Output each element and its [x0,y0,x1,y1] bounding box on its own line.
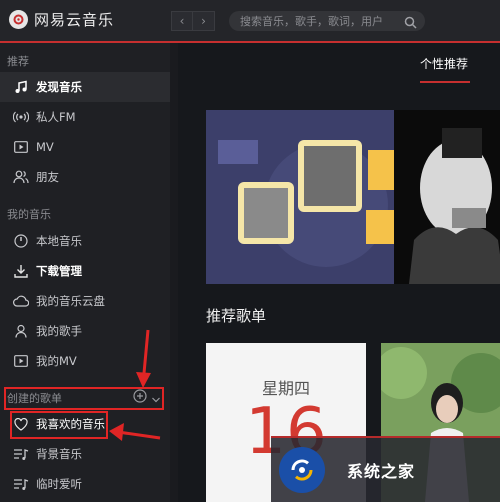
watermark-text: 系统之家 [347,462,416,481]
annotation-arrows [109,329,161,441]
watermark-logo-icon [279,447,325,493]
watermark: 系统之家 [271,436,500,502]
